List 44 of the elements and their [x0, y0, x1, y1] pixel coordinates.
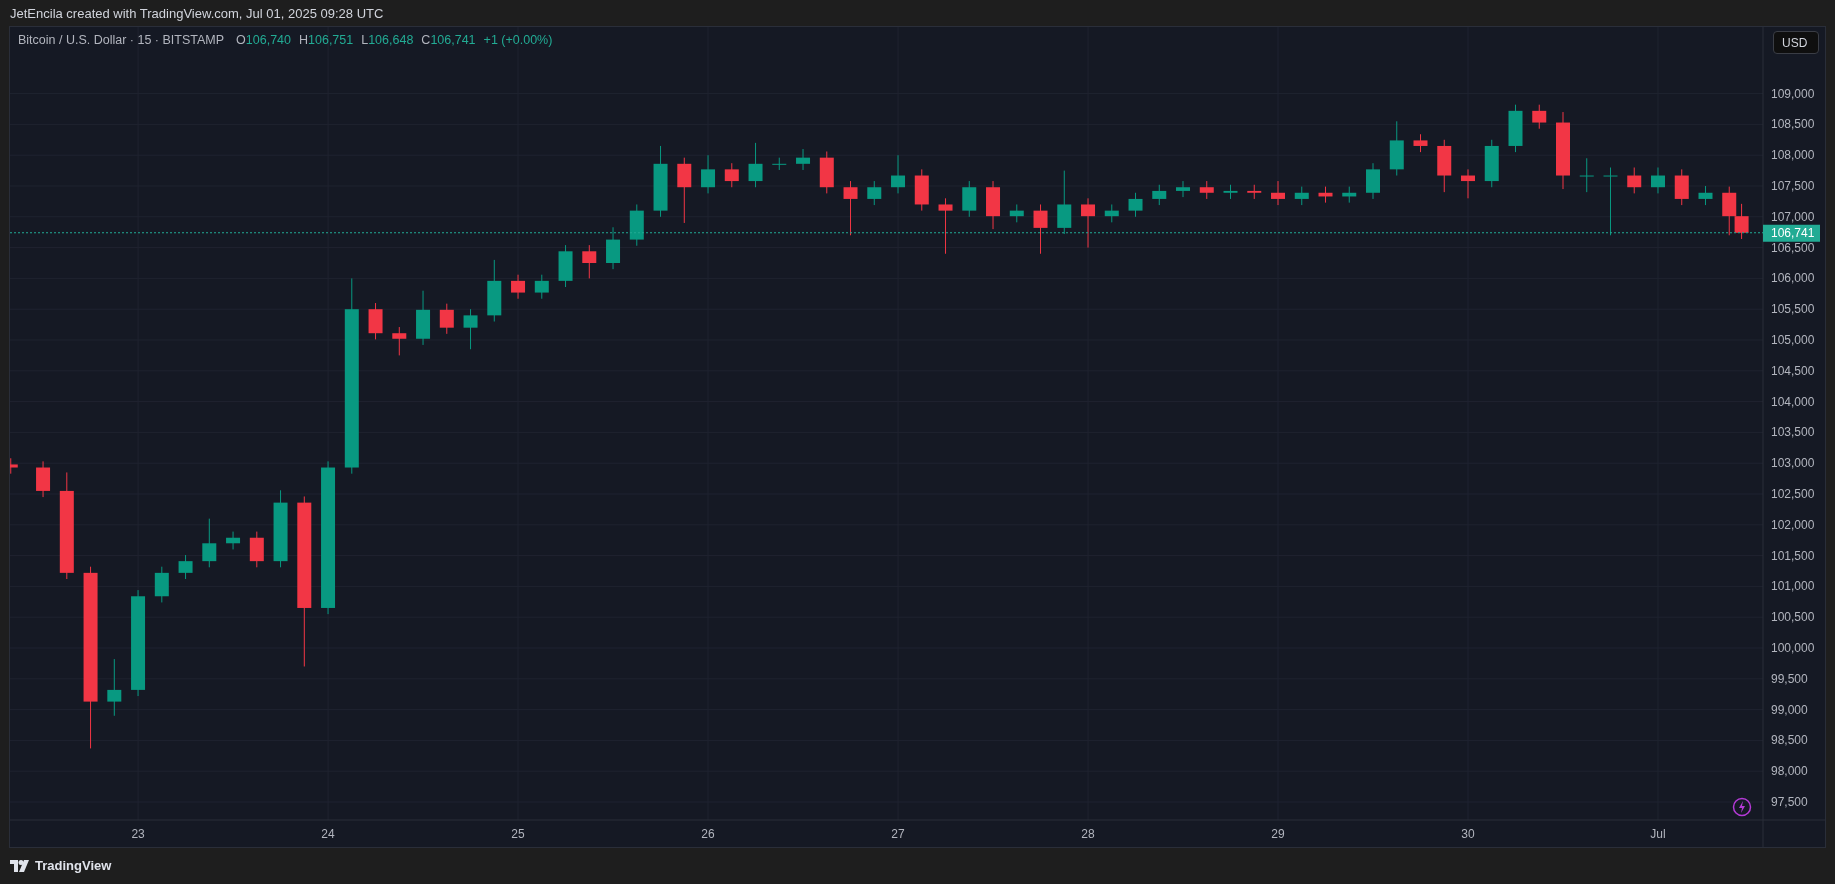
time-axis-label: 24	[321, 827, 335, 841]
price-axis-label: 102,000	[1771, 517, 1815, 532]
price-axis-label: 97,500	[1771, 795, 1808, 809]
ohlc-value: C106,741	[421, 33, 476, 47]
price-axis-label: 101,500	[1771, 548, 1815, 563]
ref-line-label: 106,741	[1771, 225, 1815, 240]
price-axis-label: 101,000	[1771, 579, 1815, 594]
price-axis-label: 100,500	[1771, 610, 1815, 625]
time-axis-label: 30	[1461, 827, 1475, 841]
ohlc-value: L106,648	[361, 33, 414, 47]
ohlc-value: H106,751	[299, 33, 354, 47]
price-axis-label: 104,500	[1771, 363, 1815, 378]
time-axis-label: 28	[1081, 827, 1095, 841]
price-axis-label: 105,500	[1771, 302, 1815, 317]
currency-button[interactable]: USD	[1773, 31, 1819, 54]
brand-name: TradingView	[35, 858, 112, 873]
price-axis-label: 109,000	[1771, 86, 1815, 101]
time-axis-label: 29	[1271, 827, 1285, 841]
chart-caption: JetEncila created with TradingView.com, Jul 01, 2025 09:28 UTC	[10, 6, 384, 21]
price-axis-label: 106,000	[1771, 271, 1815, 286]
price-axis-label: 108,500	[1771, 117, 1815, 132]
price-axis-label: 106,500	[1771, 240, 1815, 255]
price-axis-label: 107,500	[1771, 179, 1815, 193]
price-axis-label: 98,000	[1771, 764, 1808, 779]
time-axis-label: 27	[891, 827, 905, 841]
price-axis-label: 103,500	[1771, 425, 1815, 440]
ohlc-value: O106,740	[236, 33, 291, 47]
price-axis-label: 103,000	[1771, 456, 1815, 471]
price-axis-label: 104,000	[1771, 394, 1815, 409]
price-axis-label: 102,500	[1771, 487, 1815, 501]
price-axis-label: 108,000	[1771, 148, 1815, 163]
price-axis-label: 107,000	[1771, 209, 1815, 224]
price-axis-label: 100,000	[1771, 641, 1815, 655]
time-axis-label: 26	[701, 827, 715, 841]
price-axis-label: 98,500	[1771, 733, 1808, 748]
price-axis-label: 99,000	[1771, 702, 1808, 717]
price-axis-label: 105,000	[1771, 333, 1815, 347]
time-axis-label: 23	[131, 827, 145, 841]
last-price-tag: 106,741	[1763, 224, 1820, 242]
price-axis-label: 99,500	[1771, 671, 1808, 686]
time-axis-label: 25	[511, 827, 525, 841]
time-axis-label: Jul	[1650, 827, 1666, 841]
price-change: +1 (+0.00%)	[483, 33, 553, 47]
symbol-title: Bitcoin / U.S. Dollar · 15 · BITSTAMP	[18, 33, 225, 47]
